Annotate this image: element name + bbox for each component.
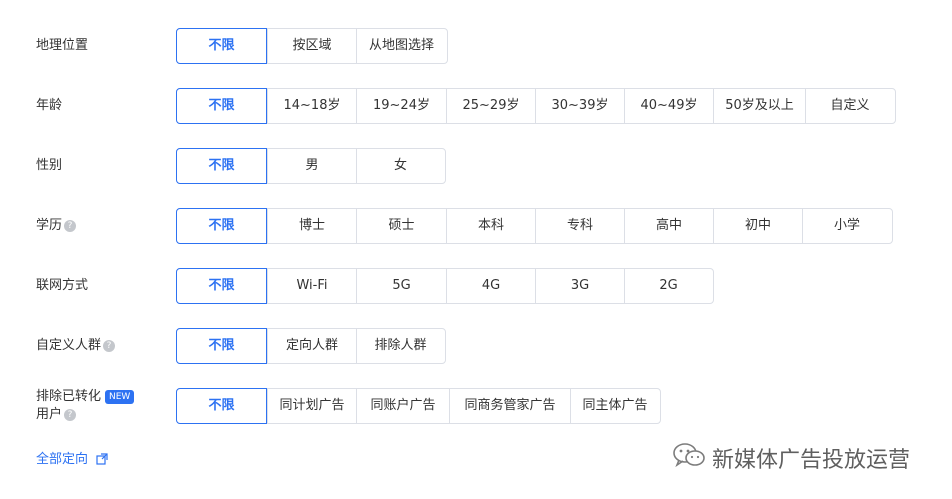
custom-audience-label-wrap: 自定义人群?: [36, 337, 116, 355]
network-options: 不限 Wi-Fi 5G 4G 3G 2G: [176, 268, 714, 304]
location-option-by-region[interactable]: 按区域: [267, 29, 356, 63]
exclude-option-same-account[interactable]: 同账户广告: [356, 389, 449, 423]
age-option-50-plus[interactable]: 50岁及以上: [713, 89, 805, 123]
help-icon[interactable]: ?: [64, 408, 77, 421]
education-option-unlimited[interactable]: 不限: [176, 208, 267, 244]
gender-option-male[interactable]: 男: [267, 149, 356, 183]
education-options: 不限 博士 硕士 本科 专科 高中 初中 小学: [176, 208, 893, 244]
age-option-custom[interactable]: 自定义: [805, 89, 894, 123]
custom-audience-option-targeted[interactable]: 定向人群: [267, 329, 356, 363]
exclude-option-same-entity[interactable]: 同主体广告: [570, 389, 659, 423]
education-label-wrap: 学历?: [36, 217, 77, 235]
education-option-doctorate[interactable]: 博士: [267, 209, 356, 243]
wechat-icon: [672, 441, 706, 475]
help-icon[interactable]: ?: [103, 339, 116, 352]
education-option-master[interactable]: 硕士: [356, 209, 446, 243]
exclude-converted-label-wrap: 排除已转化 NEW 用户?: [36, 388, 135, 424]
education-label: 学历: [36, 218, 63, 233]
exclude-converted-options: 不限 同计划广告 同账户广告 同商务管家广告 同主体广告: [176, 388, 661, 424]
help-icon[interactable]: ?: [64, 219, 77, 232]
location-option-unlimited[interactable]: 不限: [176, 28, 267, 64]
age-option-40-49[interactable]: 40~49岁: [624, 89, 713, 123]
custom-audience-label: 自定义人群: [36, 338, 102, 353]
education-option-middle-school[interactable]: 初中: [713, 209, 802, 243]
network-option-wifi[interactable]: Wi-Fi: [267, 269, 356, 303]
network-option-3g[interactable]: 3G: [535, 269, 624, 303]
age-option-14-18[interactable]: 14~18岁: [267, 89, 356, 123]
location-label: 地理位置: [36, 38, 89, 53]
all-targeting-link[interactable]: 全部定向: [36, 448, 108, 469]
network-option-2g[interactable]: 2G: [624, 269, 712, 303]
age-option-unlimited[interactable]: 不限: [176, 88, 267, 124]
network-label: 联网方式: [36, 278, 89, 293]
exclude-converted-label-line1: 排除已转化: [36, 389, 102, 404]
all-targeting-label: 全部定向: [36, 452, 89, 467]
network-option-unlimited[interactable]: 不限: [176, 268, 267, 304]
custom-audience-option-unlimited[interactable]: 不限: [176, 328, 267, 364]
watermark: 新媒体广告投放运营: [672, 441, 910, 475]
network-option-4g[interactable]: 4G: [446, 269, 535, 303]
location-options: 不限 按区域 从地图选择: [176, 28, 448, 64]
education-option-college[interactable]: 专科: [535, 209, 624, 243]
new-badge: NEW: [105, 390, 135, 404]
exclude-converted-label-line2: 用户: [36, 407, 63, 422]
location-option-from-map[interactable]: 从地图选择: [356, 29, 446, 63]
gender-label: 性别: [36, 158, 63, 173]
age-option-25-29[interactable]: 25~29岁: [446, 89, 535, 123]
exclude-option-same-business-manager[interactable]: 同商务管家广告: [449, 389, 570, 423]
external-link-icon: [96, 453, 108, 469]
exclude-option-unlimited[interactable]: 不限: [176, 388, 267, 424]
age-option-30-39[interactable]: 30~39岁: [535, 89, 624, 123]
education-option-bachelor[interactable]: 本科: [446, 209, 535, 243]
network-option-5g[interactable]: 5G: [356, 269, 446, 303]
age-option-19-24[interactable]: 19~24岁: [356, 89, 446, 123]
watermark-text: 新媒体广告投放运营: [712, 448, 911, 473]
age-label: 年龄: [36, 98, 63, 113]
exclude-option-same-plan[interactable]: 同计划广告: [267, 389, 356, 423]
age-options: 不限 14~18岁 19~24岁 25~29岁 30~39岁 40~49岁 50…: [176, 88, 896, 124]
custom-audience-options: 不限 定向人群 排除人群: [176, 328, 446, 364]
education-option-high-school[interactable]: 高中: [624, 209, 713, 243]
custom-audience-option-excluded[interactable]: 排除人群: [356, 329, 444, 363]
gender-options: 不限 男 女: [176, 148, 446, 184]
education-option-primary-school[interactable]: 小学: [802, 209, 891, 243]
gender-option-unlimited[interactable]: 不限: [176, 148, 267, 184]
gender-option-female[interactable]: 女: [356, 149, 444, 183]
